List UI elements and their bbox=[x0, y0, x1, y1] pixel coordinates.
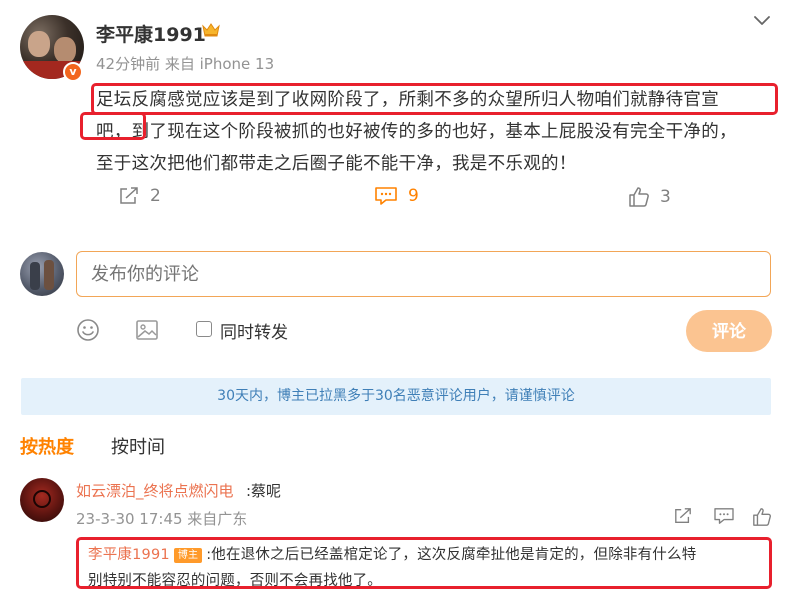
post-line: 吧，到了现在这个阶段被抓的也好被传的多的也好，基本上屁股没有完全干净的， bbox=[96, 122, 737, 142]
highlight-box bbox=[76, 537, 772, 589]
repost-count: 2 bbox=[150, 186, 161, 206]
comment-icon bbox=[374, 186, 398, 206]
chevron-down-icon[interactable] bbox=[752, 10, 772, 30]
commenter-name[interactable]: 如云漂泊_终将点燃闪电 bbox=[76, 480, 234, 501]
repost-checkbox[interactable] bbox=[196, 321, 212, 337]
post-meta: 42分钟前 来自 iPhone 13 bbox=[96, 55, 275, 73]
current-user-avatar bbox=[20, 252, 64, 296]
share-icon[interactable] bbox=[673, 507, 693, 525]
image-icon[interactable] bbox=[135, 318, 159, 342]
submit-comment-button[interactable]: 评论 bbox=[686, 310, 772, 352]
comment-input[interactable] bbox=[76, 251, 771, 297]
highlight-box bbox=[91, 83, 778, 115]
post-line: 至于这次把他们都带走之后圈子能不能干净，我是不乐观的！ bbox=[96, 154, 577, 174]
post-author-name[interactable]: 李平康1991 bbox=[96, 20, 206, 47]
highlight-box bbox=[80, 112, 146, 140]
crown-icon bbox=[202, 22, 220, 38]
repost-button[interactable]: 2 bbox=[118, 186, 161, 206]
tab-sort-time[interactable]: 按时间 bbox=[111, 433, 165, 459]
repost-checkbox-label[interactable]: 同时转发 bbox=[220, 318, 288, 343]
comment-count: 9 bbox=[408, 186, 419, 206]
like-button[interactable]: 3 bbox=[628, 186, 671, 208]
like-count: 3 bbox=[660, 187, 671, 207]
share-icon bbox=[118, 186, 140, 206]
emoji-icon[interactable] bbox=[76, 318, 100, 342]
verified-badge: v bbox=[63, 62, 83, 82]
thumbs-up-icon bbox=[628, 186, 650, 208]
comment-button[interactable]: 9 bbox=[374, 186, 419, 206]
comment-notice: 30天内，博主已拉黑多于30名恶意评论用户，请谨慎评论 bbox=[21, 378, 771, 415]
comment-meta: 23-3-30 17:45 来自广东 bbox=[76, 510, 248, 528]
thumbs-up-icon[interactable] bbox=[752, 507, 772, 527]
comment-icon[interactable] bbox=[713, 507, 735, 525]
commenter-avatar[interactable] bbox=[20, 478, 64, 522]
comment-text: :蔡呢 bbox=[246, 482, 282, 500]
tab-sort-hot[interactable]: 按热度 bbox=[20, 433, 74, 459]
